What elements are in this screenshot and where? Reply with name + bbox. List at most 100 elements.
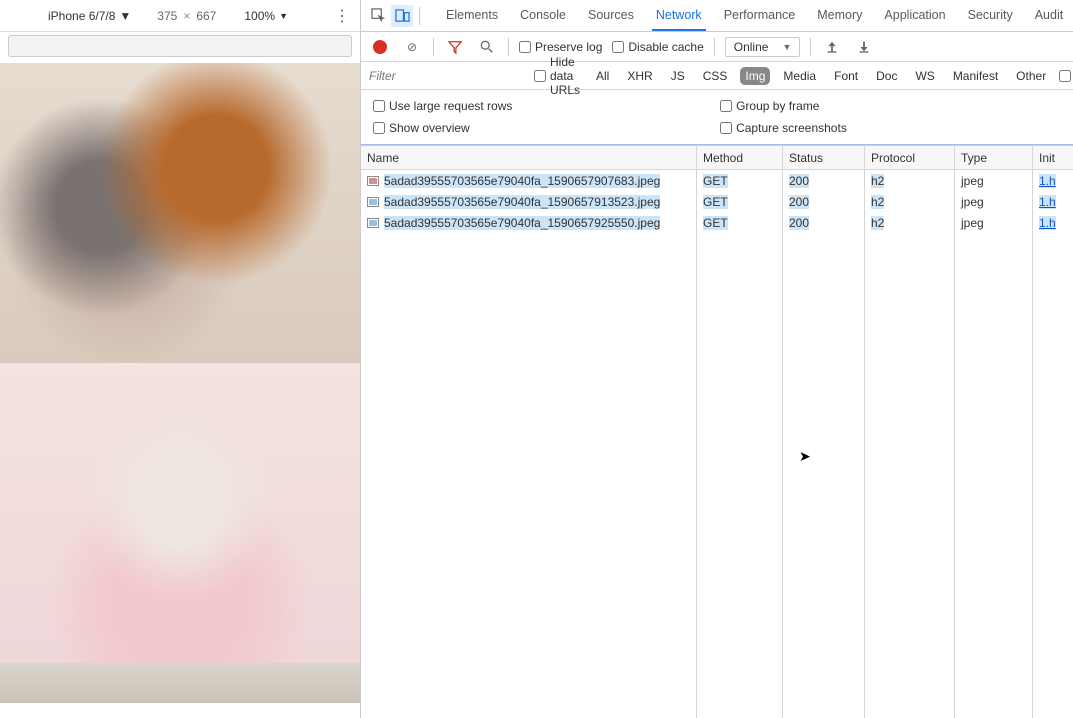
preview-image (0, 363, 360, 663)
request-type: jpeg (961, 195, 984, 209)
zoom-value: 100% (244, 9, 275, 23)
chip-xhr[interactable]: XHR (622, 67, 657, 85)
tab-performance[interactable]: Performance (720, 0, 800, 31)
clear-icon[interactable]: ⊘ (401, 36, 423, 58)
table-header: Name Method Status Protocol Type Init (361, 146, 1073, 170)
more-menu-icon[interactable]: ⋮ (334, 6, 350, 26)
tab-application[interactable]: Application (880, 0, 949, 31)
preview-image (0, 63, 360, 363)
network-options: Use large request rows Show overview Gro… (361, 90, 1073, 145)
table-row[interactable]: 5adad39555703565e79040fa_1590657913523.j… (361, 191, 1073, 212)
chip-all[interactable]: All (591, 67, 614, 85)
preview-image (0, 663, 360, 703)
throttle-value: Online (734, 40, 769, 54)
show-overview-label: Show overview (389, 121, 470, 135)
use-large-label: Use large request rows (389, 99, 512, 113)
page-preview (0, 63, 360, 718)
chevron-down-icon: ▼ (782, 42, 791, 52)
use-large-rows-checkbox[interactable]: Use large request rows (373, 99, 720, 113)
show-overview-checkbox[interactable]: Show overview (373, 121, 720, 135)
col-name[interactable]: Name (361, 146, 697, 169)
extra-checkbox[interactable] (1059, 70, 1071, 82)
request-protocol: h2 (871, 174, 884, 188)
upload-icon[interactable] (821, 36, 843, 58)
col-protocol[interactable]: Protocol (865, 146, 955, 169)
col-method[interactable]: Method (697, 146, 783, 169)
request-name: 5adad39555703565e79040fa_1590657925550.j… (384, 216, 660, 230)
request-status: 200 (789, 195, 809, 209)
device-mode-icon[interactable] (391, 5, 413, 27)
chip-media[interactable]: Media (778, 67, 821, 85)
request-type: jpeg (961, 216, 984, 230)
request-initiator: 1.h (1039, 216, 1056, 230)
request-method: GET (703, 195, 728, 209)
network-table: Name Method Status Protocol Type Init 5a… (361, 145, 1073, 718)
network-filter-row: Hide data URLs All XHR JS CSS Img Media … (361, 62, 1073, 90)
preserve-log-label: Preserve log (535, 40, 602, 54)
throttle-select[interactable]: Online ▼ (725, 37, 801, 57)
device-height[interactable]: 667 (196, 9, 216, 23)
preserve-log-checkbox[interactable]: Preserve log (519, 40, 602, 54)
disable-cache-label: Disable cache (628, 40, 703, 54)
request-status: 200 (789, 216, 809, 230)
filter-chips: All XHR JS CSS Img Media Font Doc WS Man… (591, 67, 1051, 85)
capture-screenshots-label: Capture screenshots (736, 121, 847, 135)
chip-manifest[interactable]: Manifest (948, 67, 1003, 85)
request-method: GET (703, 174, 728, 188)
group-by-frame-checkbox[interactable]: Group by frame (720, 99, 1067, 113)
chevron-down-icon: ▼ (119, 9, 131, 23)
chip-other[interactable]: Other (1011, 67, 1051, 85)
device-width[interactable]: 375 (157, 9, 177, 23)
device-name: iPhone 6/7/8 (48, 9, 115, 23)
inspect-icon[interactable] (367, 5, 389, 27)
request-name: 5adad39555703565e79040fa_1590657907683.j… (384, 174, 660, 188)
chip-font[interactable]: Font (829, 67, 863, 85)
chip-img[interactable]: Img (740, 67, 770, 85)
chip-js[interactable]: JS (666, 67, 690, 85)
table-body: 5adad39555703565e79040fa_1590657907683.j… (361, 170, 1073, 718)
network-toolbar: ⊘ Preserve log Disable cache Online ▼ (361, 32, 1073, 62)
col-type[interactable]: Type (955, 146, 1033, 169)
tab-sources[interactable]: Sources (584, 0, 638, 31)
request-status: 200 (789, 174, 809, 188)
tab-audits[interactable]: Audit (1031, 0, 1068, 31)
main-tabs: Elements Console Sources Network Perform… (442, 0, 1067, 31)
tab-security[interactable]: Security (964, 0, 1017, 31)
filter-input[interactable] (369, 69, 526, 83)
filter-icon[interactable] (444, 36, 466, 58)
device-preview-pane: iPhone 6/7/8 ▼ 375 × 667 100% ▼ ⋮ (0, 0, 361, 718)
table-row[interactable]: 5adad39555703565e79040fa_1590657925550.j… (361, 212, 1073, 233)
col-status[interactable]: Status (783, 146, 865, 169)
zoom-select[interactable]: 100% ▼ (244, 9, 288, 23)
request-protocol: h2 (871, 216, 884, 230)
table-row[interactable]: 5adad39555703565e79040fa_1590657907683.j… (361, 170, 1073, 191)
device-select[interactable]: iPhone 6/7/8 ▼ (42, 7, 137, 25)
chip-css[interactable]: CSS (698, 67, 733, 85)
request-type: jpeg (961, 174, 984, 188)
file-icon (367, 197, 379, 207)
capture-screenshots-checkbox[interactable]: Capture screenshots (720, 121, 1067, 135)
devtools-panel: Elements Console Sources Network Perform… (361, 0, 1073, 718)
chevron-down-icon: ▼ (279, 11, 288, 21)
chip-ws[interactable]: WS (910, 67, 939, 85)
devtools-tabs-row: Elements Console Sources Network Perform… (361, 0, 1073, 32)
group-by-frame-label: Group by frame (736, 99, 819, 113)
tab-network[interactable]: Network (652, 0, 706, 31)
request-initiator: 1.h (1039, 195, 1056, 209)
record-button[interactable] (369, 36, 391, 58)
disable-cache-checkbox[interactable]: Disable cache (612, 40, 703, 54)
file-icon (367, 218, 379, 228)
x-separator: × (183, 9, 190, 23)
tab-console[interactable]: Console (516, 0, 570, 31)
request-name: 5adad39555703565e79040fa_1590657913523.j… (384, 195, 660, 209)
address-bar[interactable] (8, 35, 352, 57)
tab-elements[interactable]: Elements (442, 0, 502, 31)
device-toolbar: iPhone 6/7/8 ▼ 375 × 667 100% ▼ ⋮ (0, 0, 360, 32)
tab-memory[interactable]: Memory (813, 0, 866, 31)
file-icon (367, 176, 379, 186)
download-icon[interactable] (853, 36, 875, 58)
search-icon[interactable] (476, 36, 498, 58)
request-protocol: h2 (871, 195, 884, 209)
col-initiator[interactable]: Init (1033, 146, 1073, 169)
chip-doc[interactable]: Doc (871, 67, 902, 85)
